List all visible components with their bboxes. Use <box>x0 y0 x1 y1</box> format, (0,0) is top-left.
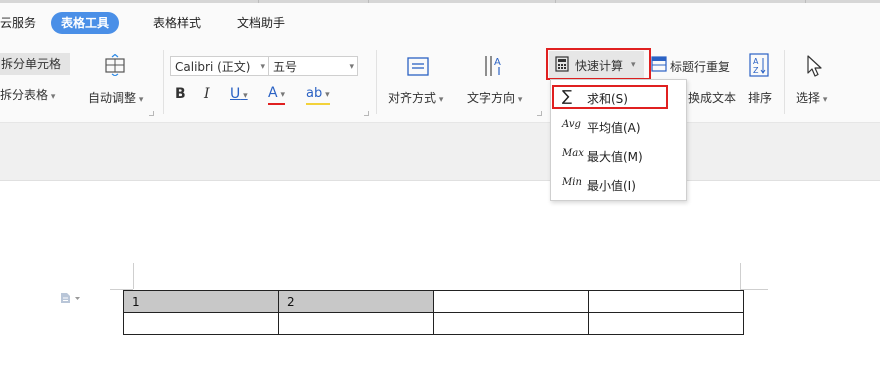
align-icon <box>405 56 431 78</box>
ribbon-doc-gap <box>0 122 880 181</box>
svg-text:Z: Z <box>753 66 759 75</box>
margin-mark <box>740 289 768 290</box>
top-edge-bar <box>0 0 880 3</box>
table-cell[interactable] <box>433 312 589 335</box>
document-page[interactable] <box>0 180 880 374</box>
title-repeat-icon <box>651 56 667 72</box>
tab-table-tools[interactable]: 表格工具 <box>51 12 120 34</box>
font-family-select[interactable]: Calibri (正文) ▾ <box>170 56 269 76</box>
font-size-select[interactable]: 五号 ▾ <box>268 56 358 76</box>
font-color-button[interactable]: A ▾ <box>268 86 285 105</box>
select-label: 选择 <box>796 91 821 105</box>
table-cell[interactable] <box>433 290 589 313</box>
highlight-frame <box>546 48 651 80</box>
sort-icon: A Z <box>749 53 769 77</box>
ribbon <box>0 40 880 122</box>
split-table-button[interactable]: 拆分表格 ▾ <box>0 86 55 103</box>
chevron-down-icon: ▾ <box>260 62 265 72</box>
menu-item-label: 最大值(M) <box>587 150 643 164</box>
bold-button[interactable]: B <box>175 86 186 102</box>
highlight-label: ab <box>306 86 323 101</box>
group-expand-icon[interactable] <box>364 111 369 116</box>
margin-mark <box>133 263 134 289</box>
menu-item-label: 平均值(A) <box>587 121 641 135</box>
max-icon: Max <box>562 148 584 159</box>
group-expand-icon[interactable] <box>537 111 542 116</box>
split-table-label: 拆分表格 <box>0 88 49 102</box>
group-expand-icon[interactable] <box>149 111 154 116</box>
text-direction-label: 文字方向 <box>467 91 516 105</box>
select-button[interactable]: 选择 ▾ <box>796 89 827 106</box>
font-color-label: A <box>268 85 278 101</box>
paragraph-handle-icon[interactable] <box>60 292 84 304</box>
separator <box>376 50 377 114</box>
average-icon: Avg <box>562 119 581 130</box>
tab-document-assistant[interactable]: 文档助手 <box>237 12 285 34</box>
sort-button[interactable]: 排序 <box>748 89 772 106</box>
split-cell-label: 拆分单元格 <box>1 57 62 71</box>
menu-item-label: 最小值(I) <box>587 179 636 193</box>
underline-label: U <box>230 86 241 102</box>
text-direction-button[interactable]: 文字方向 ▾ <box>467 89 522 106</box>
title-repeat-button[interactable]: 标题行重复 <box>670 58 730 75</box>
table-cell[interactable] <box>588 290 744 313</box>
svg-text:A: A <box>494 57 501 68</box>
auto-adjust-icon <box>104 53 126 77</box>
menu-item-max[interactable]: Max 最大值(M) <box>551 143 688 169</box>
underline-button[interactable]: U ▾ <box>230 86 248 102</box>
auto-adjust-label: 自动调整 <box>88 91 137 105</box>
separator <box>163 50 164 114</box>
font-size-value: 五号 <box>273 60 298 74</box>
margin-mark <box>740 263 741 289</box>
text-direction-icon: A <box>482 53 506 79</box>
auto-adjust-button[interactable]: 自动调整 ▾ <box>88 89 143 106</box>
svg-text:A: A <box>753 57 759 66</box>
tab-cloud-service[interactable]: 云服务 <box>0 12 36 34</box>
table-cell[interactable]: 2 <box>278 290 434 313</box>
table-cell[interactable] <box>278 312 434 335</box>
table-row: 1 2 <box>123 290 744 313</box>
font-family-value: Calibri (正文) <box>175 60 251 74</box>
split-cell-button[interactable]: 拆分单元格 <box>0 53 70 75</box>
highlight-frame <box>552 85 668 109</box>
convert-to-text-button[interactable]: 换成文本 <box>688 89 736 106</box>
align-label: 对齐方式 <box>388 91 437 105</box>
italic-button[interactable]: I <box>204 86 210 102</box>
highlight-button[interactable]: ab ▾ <box>306 86 330 105</box>
table-cell[interactable] <box>588 312 744 335</box>
document-table[interactable]: 1 2 <box>123 290 744 335</box>
table-cell[interactable] <box>123 312 279 335</box>
chevron-down-icon: ▾ <box>349 62 354 72</box>
tab-table-style[interactable]: 表格样式 <box>153 12 201 34</box>
separator <box>784 50 785 114</box>
menu-item-min[interactable]: Min 最小值(I) <box>551 172 688 198</box>
menu-item-average[interactable]: Avg 平均值(A) <box>551 114 688 140</box>
table-row <box>123 312 744 335</box>
min-icon: Min <box>562 177 582 188</box>
align-button[interactable]: 对齐方式 ▾ <box>388 89 443 106</box>
table-cell[interactable]: 1 <box>123 290 279 313</box>
pointer-icon <box>805 54 823 78</box>
